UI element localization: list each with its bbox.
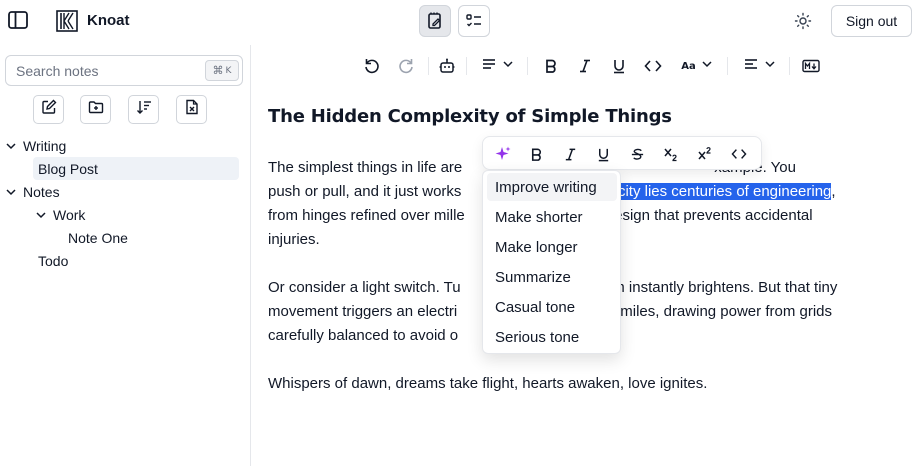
shortcut-key: K [225,65,232,76]
font-size-dropdown[interactable]: Aa [678,55,716,77]
logo-icon [56,10,78,32]
toolbar-divider [527,57,528,75]
chevron-down-icon[interactable] [35,209,47,221]
sort-icon [136,99,152,120]
block-type-dropdown[interactable] [478,55,516,77]
menu-item-make-shorter[interactable]: Make shorter [487,203,617,231]
tree-note-blog-post[interactable]: Blog Post [33,157,239,180]
file-x-icon [184,99,200,120]
underline-icon[interactable] [592,143,614,165]
text-span: Or consider a light switch. Tu [268,279,461,296]
chevron-down-icon [764,57,776,75]
text-span: The simplest things in life are [268,159,463,176]
chevron-down-icon [502,57,514,75]
text-span: oom instantly brightens. But that tiny [595,279,838,296]
selected-text: mplicity lies centuries of engineering [590,183,832,200]
chevron-down-icon [701,57,713,75]
menu-item-serious-tone[interactable]: Serious tone [487,323,617,351]
menu-item-casual-tone[interactable]: Casual tone [487,293,617,321]
text-span: push or pull, and it just works [268,183,462,200]
menu-item-make-longer[interactable]: Make longer [487,233,617,261]
subscript-icon[interactable] [660,143,682,165]
tree-item-label: Notes [23,183,60,200]
toolbar-divider [466,57,467,75]
editor-toolbar: Aa [252,45,924,87]
list-view-button[interactable] [458,5,490,37]
text-span: ns miles, drawing power from grids [600,303,832,320]
sidebar-toggle-icon[interactable] [6,8,30,32]
command-key: ⌘ [212,64,224,77]
floating-format-bar [482,136,762,170]
tree-note-note-one[interactable]: Note One [68,226,128,249]
bold-icon[interactable] [540,55,562,77]
toolbar-divider [428,57,429,75]
chevron-down-icon[interactable] [5,140,17,152]
tree-item-label: Work [53,206,86,223]
text-span: from hinges refined over mille [268,207,465,224]
menu-item-summarize[interactable]: Summarize [487,263,617,291]
italic-icon[interactable] [559,143,581,165]
paragraph-3[interactable]: Whispers of dawn, dreams take flight, he… [268,372,908,396]
code-icon[interactable] [728,143,750,165]
new-folder-button[interactable] [80,95,111,124]
tree-item-label: Blog Post [38,160,98,177]
tree-item-label: Note One [68,229,128,246]
underline-icon[interactable] [608,55,630,77]
tree-item-label: Todo [38,252,69,269]
edit-icon [41,99,57,120]
ai-sparkle-icon[interactable] [492,143,514,165]
markdown-icon[interactable] [800,55,822,77]
ai-bot-icon[interactable] [437,55,457,77]
search-input[interactable] [16,61,186,81]
undo-icon[interactable] [362,55,382,77]
ai-actions-menu: Improve writing Make shorter Make longer… [482,170,621,354]
top-bar: Knoat Sign out [0,0,924,42]
app-name: Knoat [87,12,130,29]
menu-item-improve-writing[interactable]: Improve writing [487,173,617,201]
sidebar: ⌘ K Writing Blog Post Notes Work Note On… [0,45,251,466]
delete-note-button[interactable] [176,95,207,124]
italic-icon[interactable] [574,55,596,77]
document-title[interactable]: The Hidden Complexity of Simple Things [268,106,908,128]
tree-folder-work[interactable]: Work [35,203,85,226]
shortcut-badge: ⌘ K [205,60,239,81]
superscript-icon[interactable] [694,143,716,165]
strikethrough-icon[interactable] [626,143,648,165]
sort-button[interactable] [128,95,159,124]
code-icon[interactable] [642,55,664,77]
tree-folder-writing[interactable]: Writing [5,134,66,157]
chevron-down-icon[interactable] [5,186,17,198]
toolbar-divider [727,57,728,75]
editor-view-button[interactable] [419,5,451,37]
tree-item-label: Writing [23,137,67,154]
folder-plus-icon [88,99,104,120]
redo-icon[interactable] [396,55,416,77]
tree-note-todo[interactable]: Todo [38,249,68,272]
bold-icon[interactable] [525,143,547,165]
new-note-button[interactable] [33,95,64,124]
tree-folder-notes[interactable]: Notes [5,180,60,203]
align-dropdown[interactable] [740,55,778,77]
text-span: , [831,183,836,200]
font-size-icon: Aa [681,60,696,72]
align-left-icon [743,56,759,77]
sun-icon[interactable] [792,10,814,32]
sign-out-button[interactable]: Sign out [831,5,912,37]
search-box: ⌘ K [5,55,243,86]
text-span: design that prevents accidental [605,207,813,224]
text-span: movement triggers an electri [268,303,458,320]
paragraph-icon [481,56,497,77]
toolbar-divider [789,57,790,75]
